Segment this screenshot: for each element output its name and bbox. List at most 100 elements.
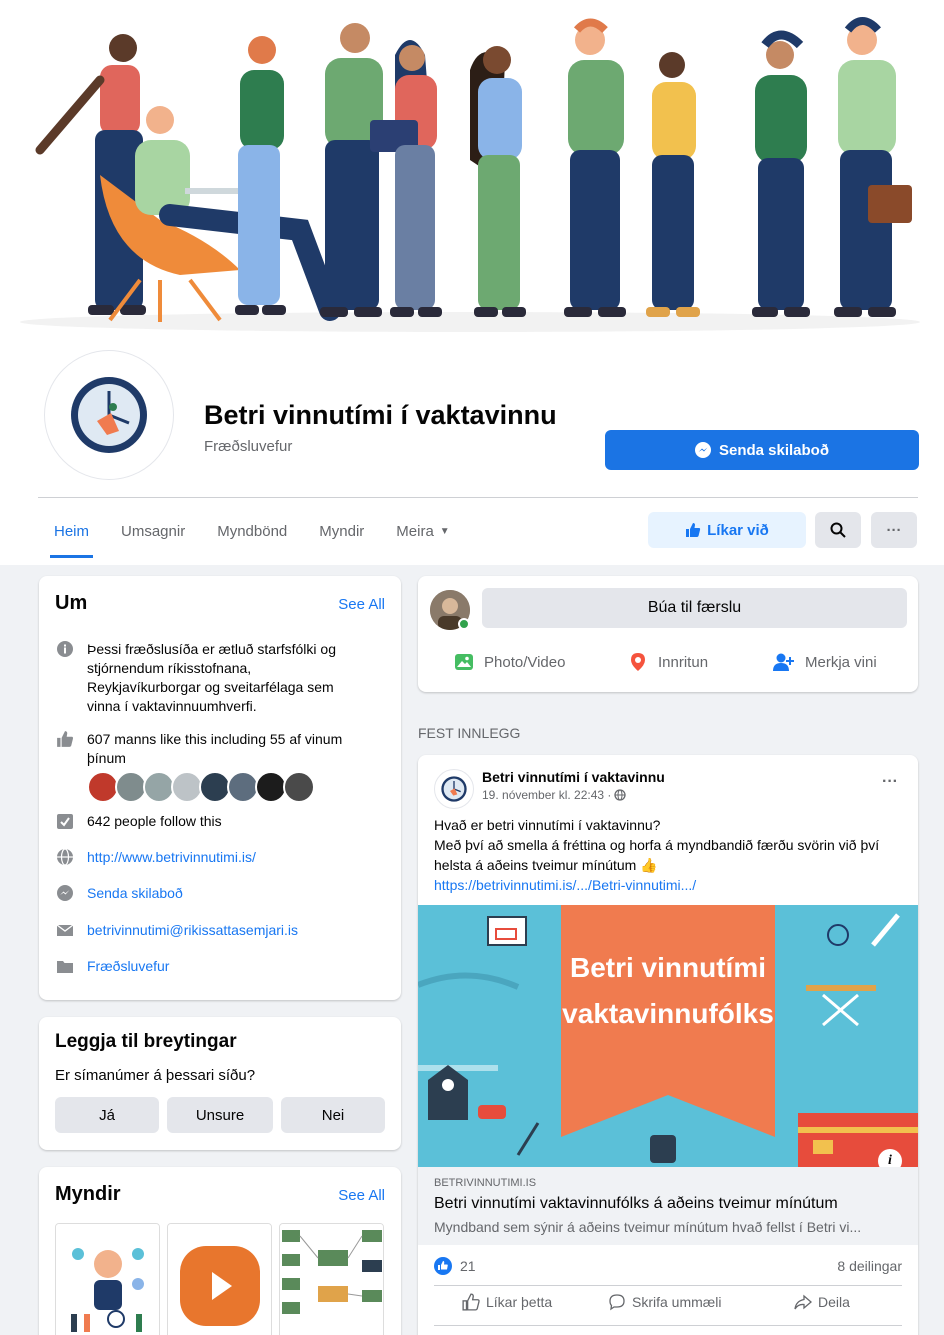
like-reaction-icon xyxy=(434,1257,452,1275)
thumbs-up-outline-icon xyxy=(462,1293,480,1311)
suggest-yes-button[interactable]: Já xyxy=(55,1097,159,1133)
comment-label: Skrifa ummæli xyxy=(632,1294,722,1310)
clock-logo-icon xyxy=(441,776,467,802)
content-area: Um See All Þessi fræðslusíða er ætluð st… xyxy=(0,565,944,1335)
post-timestamp-row: 19. nóvember kl. 22:43 · xyxy=(482,788,627,802)
comment-button[interactable]: Skrifa ummæli xyxy=(608,1293,721,1311)
tag-friends-button[interactable]: Merkja vini xyxy=(773,652,877,672)
globe-icon xyxy=(57,848,73,866)
about-email-link[interactable]: betrivinnutimi@rikissattasemjari.is xyxy=(87,921,298,941)
like-page-button[interactable]: Líkar við xyxy=(648,512,806,548)
checkin-label: Innritun xyxy=(658,653,709,671)
photo-thumbnail[interactable] xyxy=(279,1223,384,1335)
about-followers-row: 642 people follow this xyxy=(55,812,222,832)
photo-icon xyxy=(455,654,473,670)
suggest-edits-card: Leggja til breytingar Er símanúmer á þes… xyxy=(39,1017,401,1150)
envelope-icon xyxy=(56,924,74,936)
tab-videos[interactable]: Myndbönd xyxy=(201,508,303,554)
send-message-label: Senda skilaboð xyxy=(718,441,830,459)
post-options-icon[interactable]: ··· xyxy=(882,773,898,791)
about-likes: 607 manns like this including 55 af vinu… xyxy=(87,731,343,766)
tab-photos[interactable]: Myndir xyxy=(303,508,380,554)
about-category-row: Fræðsluvefur xyxy=(55,957,169,977)
post-text-line1: Hvað er betri vinnutími í vaktavinnu? xyxy=(434,817,661,833)
post-link-image[interactable]: Betri vinnutími vaktavinnufólks i xyxy=(418,905,918,1167)
comment-icon xyxy=(609,1294,625,1311)
post-link[interactable]: https://betrivinnutimi.is/.../Betri-vinn… xyxy=(434,875,904,895)
about-email-row: betrivinnutimi@rikissattasemjari.is xyxy=(55,921,298,941)
post-timestamp[interactable]: 19. nóvember kl. 22:43 · xyxy=(482,788,611,802)
reactions-divider xyxy=(434,1285,902,1286)
share-icon xyxy=(794,1294,812,1310)
composer-card: Búa til færslu Photo/Video Innritun Merk… xyxy=(418,576,918,692)
search-button[interactable] xyxy=(815,512,861,548)
link-description: Myndband sem sýnir á aðeins tveimur mínú… xyxy=(434,1219,862,1235)
page-tabs: Heim Umsagnir Myndbönd Myndir Meira ▼ xyxy=(38,508,466,558)
post-author-name[interactable]: Betri vinnutími í vaktavinnu xyxy=(482,769,665,785)
ellipsis-icon: ··· xyxy=(886,521,902,539)
banner-title: Betri vinnutími vaktavinnufólks xyxy=(561,945,775,1037)
share-button[interactable]: Deila xyxy=(794,1293,850,1311)
caret-down-icon: ▼ xyxy=(439,525,450,537)
shares-count[interactable]: 8 deilingar xyxy=(837,1258,902,1274)
about-description-row: Þessi fræðslusíða er ætluð starfsfólki o… xyxy=(55,640,385,716)
online-status-dot xyxy=(458,618,470,630)
about-followers: 642 people follow this xyxy=(87,813,222,829)
facebook-page: Betri vinnutími í vaktavinnu Fræðsluvefu… xyxy=(0,0,944,1335)
folder-icon xyxy=(57,961,73,973)
photo-video-label: Photo/Video xyxy=(484,653,566,671)
suggest-unsure-button[interactable]: Unsure xyxy=(167,1097,273,1133)
about-website-link[interactable]: http://www.betrivinnutimi.is/ xyxy=(87,848,256,868)
follow-check-icon xyxy=(57,814,73,829)
about-title: Um xyxy=(55,592,88,614)
globe-icon xyxy=(614,789,627,801)
about-message-row: Senda skilaboð xyxy=(55,884,183,904)
tag-people-icon xyxy=(773,653,794,671)
photo-thumbnail[interactable] xyxy=(167,1223,272,1335)
info-icon xyxy=(57,641,73,657)
thumbs-up-icon xyxy=(57,731,74,747)
post-text-line2: Með því að smella á fréttina og horfa á … xyxy=(434,837,880,873)
tab-reviews[interactable]: Umsagnir xyxy=(105,508,201,554)
banner-line1: Betri vinnutími xyxy=(569,952,766,983)
cover-photo[interactable] xyxy=(0,0,944,340)
link-preview[interactable]: BETRIVINNUTIMI.IS Betri vinnutími vaktav… xyxy=(418,1167,918,1245)
suggest-no-button[interactable]: Nei xyxy=(281,1097,385,1133)
create-post-input[interactable]: Búa til færslu xyxy=(482,588,907,628)
send-message-button[interactable]: Senda skilaboð xyxy=(605,430,919,470)
like-page-label: Líkar við xyxy=(707,521,769,539)
photos-see-all-link[interactable]: See All xyxy=(338,1187,385,1204)
page-category[interactable]: Fræðsluvefur xyxy=(204,438,292,455)
suggest-title: Leggja til breytingar xyxy=(55,1031,237,1052)
about-category-link[interactable]: Fræðsluvefur xyxy=(87,957,169,977)
photo-thumbnail[interactable] xyxy=(55,1223,160,1335)
about-see-all-link[interactable]: See All xyxy=(338,596,385,613)
like-post-label: Líkar þetta xyxy=(486,1294,553,1310)
photo-video-button[interactable]: Photo/Video xyxy=(454,652,565,672)
share-label: Deila xyxy=(818,1294,850,1310)
like-post-button[interactable]: Líkar þetta xyxy=(462,1293,552,1311)
page-avatar[interactable] xyxy=(44,350,174,480)
photos-title: Myndir xyxy=(55,1183,121,1205)
info-icon[interactable]: i xyxy=(878,1149,902,1167)
about-website-row: http://www.betrivinnutimi.is/ xyxy=(55,848,256,868)
post-author-avatar[interactable] xyxy=(434,769,474,809)
post-body: Hvað er betri vinnutími í vaktavinnu? Me… xyxy=(434,815,904,895)
reactions-summary[interactable]: 21 xyxy=(434,1257,476,1275)
about-description: Þessi fræðslusíða er ætluð starfsfólki o… xyxy=(87,641,336,714)
pinned-section-label: FEST INNLEGG xyxy=(418,725,521,741)
tab-more[interactable]: Meira ▼ xyxy=(380,508,465,554)
more-options-button[interactable]: ··· xyxy=(871,512,917,548)
checkin-button[interactable]: Innritun xyxy=(628,652,708,672)
about-send-message-link[interactable]: Senda skilaboð xyxy=(87,884,183,904)
pinned-post-card: Betri vinnutími í vaktavinnu 19. nóvembe… xyxy=(418,755,918,1335)
avatar xyxy=(283,771,315,803)
header-divider xyxy=(38,497,918,498)
link-title: Betri vinnutími vaktavinnufólks á aðeins… xyxy=(434,1195,838,1212)
friend-avatars[interactable] xyxy=(87,771,315,803)
actions-divider xyxy=(434,1325,902,1326)
suggest-question: Er símanúmer á þessari síðu? xyxy=(55,1067,256,1084)
clock-logo-icon xyxy=(71,377,147,453)
tab-home[interactable]: Heim xyxy=(38,508,105,558)
tag-friends-label: Merkja vini xyxy=(805,653,877,671)
